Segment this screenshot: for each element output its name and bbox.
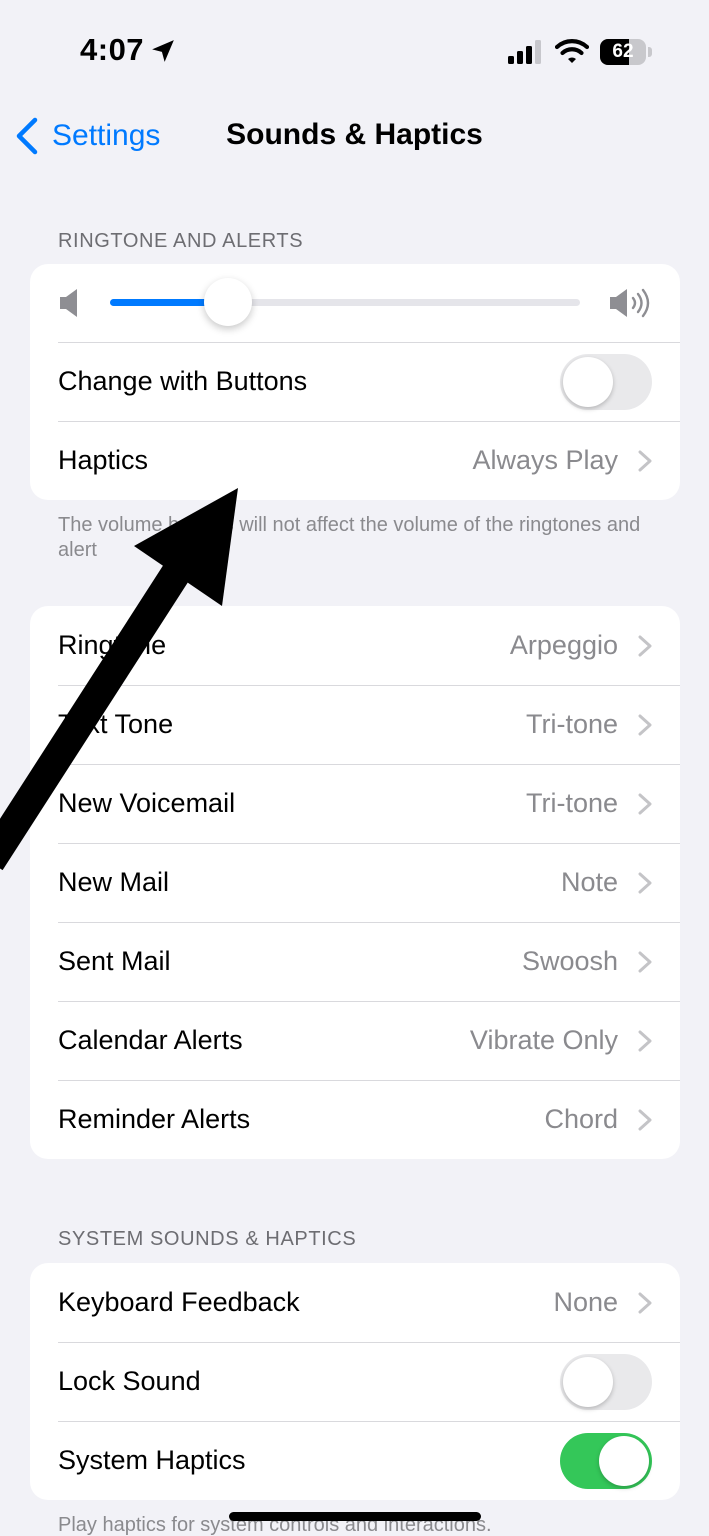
chevron-right-icon — [638, 635, 652, 656]
keyboard-feedback-label: Keyboard Feedback — [58, 1287, 300, 1317]
chevron-right-icon — [638, 1030, 652, 1051]
change-with-buttons-row: Change with Buttons — [30, 342, 680, 421]
chevron-right-icon — [638, 714, 652, 735]
chevron-right-icon — [638, 793, 652, 814]
lock-sound-row: Lock Sound — [30, 1342, 680, 1421]
volume-high-icon — [610, 288, 650, 318]
system-haptics-toggle[interactable] — [560, 1432, 652, 1489]
sound-row[interactable]: Ringtone Arpeggio — [30, 606, 680, 685]
sound-row-label: New Voicemail — [58, 788, 236, 818]
status-bar: 4:07 62 — [0, 0, 709, 100]
sound-row-label: Text Tone — [58, 709, 174, 739]
cellular-signal-icon — [508, 40, 541, 64]
keyboard-feedback-row[interactable]: Keyboard Feedback None — [30, 1263, 680, 1342]
sound-row[interactable]: Calendar Alerts Vibrate Only — [30, 1001, 680, 1080]
sound-row-label: Ringtone — [58, 630, 167, 660]
sound-row-label: Reminder Alerts — [58, 1104, 251, 1134]
ringtone-group: Change with Buttons Haptics Always Play — [30, 264, 680, 500]
sound-row-value: Tri-tone — [525, 788, 618, 818]
change-with-buttons-label: Change with Buttons — [58, 366, 308, 396]
battery-icon: 62 — [600, 39, 652, 65]
change-with-buttons-toggle[interactable] — [560, 353, 652, 410]
chevron-right-icon — [638, 450, 652, 471]
sound-row-value: Chord — [544, 1104, 618, 1134]
ringtone-footer-text: The volume buttons will not affect the v… — [58, 514, 641, 561]
haptics-label: Haptics — [58, 445, 149, 475]
volume-slider[interactable] — [110, 278, 580, 326]
sound-row-label: Calendar Alerts — [58, 1025, 243, 1055]
home-indicator — [229, 1512, 481, 1521]
volume-slider-row — [30, 264, 680, 342]
page-title: Sounds & Haptics — [226, 118, 483, 151]
system-group: Keyboard Feedback None Lock Sound System… — [30, 1263, 680, 1500]
chevron-right-icon — [638, 1292, 652, 1313]
sound-row[interactable]: Text Tone Tri-tone — [30, 685, 680, 764]
volume-low-icon — [60, 289, 77, 317]
section-header-system: SYSTEM SOUNDS & HAPTICS — [58, 1228, 357, 1250]
wifi-icon — [555, 39, 589, 63]
location-arrow-icon — [152, 40, 174, 62]
navigation-bar: Settings Sounds & Haptics — [0, 100, 709, 175]
chevron-right-icon — [638, 872, 652, 893]
system-haptics-label: System Haptics — [58, 1445, 246, 1475]
keyboard-feedback-value: None — [553, 1287, 618, 1317]
chevron-right-icon — [638, 1109, 652, 1130]
sound-row-value: Note — [560, 867, 618, 897]
status-time: 4:07 — [80, 32, 145, 67]
sound-row-value: Arpeggio — [509, 630, 618, 660]
system-haptics-row: System Haptics — [30, 1421, 680, 1500]
section-header-ringtone: RINGTONE AND ALERTS — [58, 230, 304, 252]
lock-sound-toggle[interactable] — [560, 1353, 652, 1410]
battery-label: 62 — [612, 41, 634, 62]
sound-row-value: Swoosh — [521, 946, 618, 976]
sound-row[interactable]: Sent Mail Swoosh — [30, 922, 680, 1001]
sound-row-label: Sent Mail — [58, 946, 171, 976]
haptics-row[interactable]: Haptics Always Play — [30, 421, 680, 500]
sound-row[interactable]: New Mail Note — [30, 843, 680, 922]
sounds-group: Ringtone Arpeggio Text Tone Tri-tone New Voi… — [30, 606, 680, 1159]
volume-slider-thumb[interactable] — [203, 278, 252, 326]
sound-row-value: Tri-tone — [525, 709, 618, 739]
haptics-value: Always Play — [472, 445, 618, 475]
lock-sound-label: Lock Sound — [58, 1366, 201, 1396]
sound-row[interactable]: Reminder Alerts Chord — [30, 1080, 680, 1159]
sound-row[interactable]: New Voicemail Tri-tone — [30, 764, 680, 843]
sound-row-label: New Mail — [58, 867, 170, 897]
chevron-right-icon — [638, 951, 652, 972]
sound-row-value: Vibrate Only — [469, 1025, 618, 1055]
